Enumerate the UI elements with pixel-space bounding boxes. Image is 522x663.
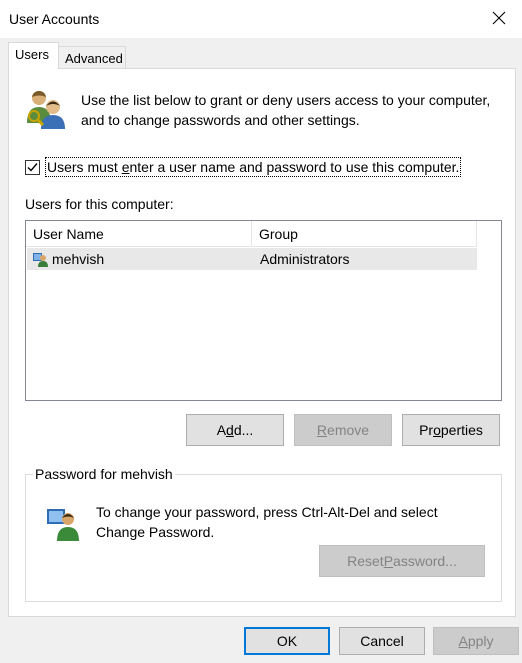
password-groupbox: To change your password, press Ctrl-Alt-…: [25, 474, 502, 602]
close-icon: [492, 11, 506, 25]
add-button[interactable]: Ad d...: [186, 414, 284, 446]
tab-advanced[interactable]: Advanced: [58, 46, 126, 70]
group-cell: Administrators: [260, 251, 350, 267]
password-help-text: To change your password, press Ctrl-Alt-…: [96, 504, 438, 540]
must-logon-option[interactable]: Users must enter a user name and passwor…: [25, 157, 462, 177]
user-password-icon: [47, 509, 79, 541]
users-icon: [27, 90, 65, 129]
user-icon: [33, 253, 48, 267]
ok-button[interactable]: OK: [244, 627, 330, 655]
must-logon-label[interactable]: Users must enter a user name and passwor…: [45, 157, 462, 177]
column-header-group[interactable]: Group: [252, 221, 477, 247]
window-title: User Accounts: [9, 11, 100, 27]
reset-password-button[interactable]: Reset Password...: [319, 545, 485, 577]
must-logon-checkbox[interactable]: [25, 159, 40, 175]
apply-button[interactable]: Apply: [433, 627, 519, 655]
cancel-button[interactable]: Cancel: [339, 627, 425, 655]
checkmark-icon: [27, 162, 38, 172]
password-group-title: Password for mehvish: [33, 466, 175, 482]
close-button[interactable]: [486, 5, 512, 31]
users-listview[interactable]: User Name Group mehvish Administrators: [25, 220, 502, 401]
users-tab-panel: Use the list below to grant or deny user…: [8, 68, 516, 617]
list-header: User Name Group: [26, 221, 477, 247]
tab-users[interactable]: Users: [8, 42, 59, 69]
column-header-user-name[interactable]: User Name: [26, 221, 252, 247]
title-bar: User Accounts: [0, 0, 522, 38]
user-name-cell: mehvish: [52, 251, 105, 267]
intro-text: Use the list below to grant or deny user…: [81, 92, 491, 128]
remove-button[interactable]: Remove: [294, 414, 392, 446]
users-list-label: Users for this computer:: [25, 196, 174, 212]
table-row[interactable]: mehvish Administrators: [27, 248, 477, 270]
properties-button[interactable]: Pr o perties: [402, 414, 500, 446]
